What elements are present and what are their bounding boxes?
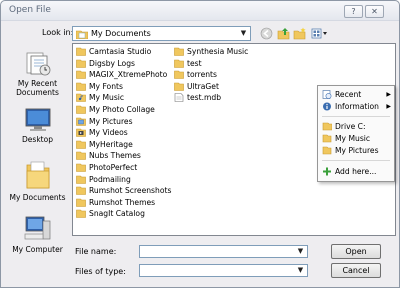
file-name: test: [187, 58, 202, 68]
file-name-label: File name:: [75, 247, 117, 256]
title-bar: Open File ? ✕: [1, 1, 399, 21]
menu-item-add-here[interactable]: Add here...: [320, 166, 392, 177]
folder-icon: [174, 47, 184, 56]
place-my-recent-documents[interactable]: My Recent Documents: [8, 51, 67, 97]
menu-separator: [322, 116, 390, 117]
file-name: torrents: [187, 70, 217, 80]
look-in-value: My Documents: [91, 29, 151, 38]
submenu-arrow-icon: ▶: [386, 103, 391, 110]
files-of-type-dropdown[interactable]: ▼: [139, 264, 308, 277]
pictures-folder-icon: [76, 117, 86, 126]
file-name: Rumshot Screenshots: [89, 186, 172, 196]
file-name: Nubs Themes: [89, 151, 141, 161]
file-name: Digsby Logs: [89, 58, 135, 68]
folder-icon: [322, 134, 332, 143]
folder-icon: [76, 163, 86, 172]
menu-item-information[interactable]: Information ▶: [320, 101, 392, 112]
views-menu-icon[interactable]: [311, 27, 328, 40]
videos-folder-icon: [76, 128, 86, 137]
new-folder-icon[interactable]: [293, 27, 306, 40]
file-name: My Pictures: [89, 116, 133, 126]
file-name: test.mdb: [187, 93, 222, 103]
place-desktop[interactable]: Desktop: [8, 107, 67, 144]
open-button[interactable]: Open: [331, 244, 381, 259]
chevron-down-icon[interactable]: ▼: [295, 246, 306, 257]
menu-item-my-pictures[interactable]: My Pictures: [320, 145, 392, 156]
look-in-dropdown[interactable]: My Documents ▼: [72, 26, 251, 41]
info-icon: [323, 102, 331, 111]
menu-item-drive-c[interactable]: Drive C:: [320, 121, 392, 132]
file-name: SnagIt Catalog: [89, 209, 145, 219]
file-name: My Photo Collage: [89, 105, 155, 114]
folder-icon: [76, 59, 86, 68]
drive-icon: [322, 122, 332, 131]
places-bar: My Recent Documents Desktop My Documents: [8, 47, 67, 268]
folder-icon: [76, 140, 86, 149]
folder-icon: [174, 70, 184, 79]
file-name: UltraGet: [187, 81, 219, 91]
file-name: Rumshot Themes: [89, 197, 156, 207]
files-of-type-label: Files of type:: [75, 267, 126, 276]
close-button[interactable]: ✕: [365, 5, 384, 18]
folder-icon: [76, 105, 86, 114]
my-documents-icon: [26, 161, 49, 189]
look-in-label: Look in:: [42, 28, 74, 37]
place-label: Desktop: [22, 135, 53, 144]
menu-item-recent[interactable]: Recent ▶: [320, 89, 392, 100]
file-name: Camtasia Studio: [89, 47, 152, 56]
folder-icon: [76, 175, 86, 184]
folder-icon: [76, 198, 86, 207]
menu-separator: [322, 160, 390, 161]
chevron-down-icon[interactable]: ▼: [238, 28, 249, 39]
menu-item-label: My Music: [335, 134, 371, 143]
menu-item-label: Add here...: [335, 167, 377, 176]
folder-icon: [76, 47, 86, 56]
file-name: PhotoPerfect: [89, 163, 138, 172]
folder-icon: [76, 82, 86, 91]
place-label: My Documents: [9, 193, 66, 202]
file-name: Podmailing: [89, 174, 131, 184]
back-icon[interactable]: [260, 27, 273, 40]
menu-item-label: Recent: [335, 90, 362, 99]
menu-item-label: Drive C:: [335, 122, 366, 131]
file-icon: [174, 93, 184, 103]
place-my-documents[interactable]: My Documents: [8, 159, 67, 202]
menu-item-label: Information: [335, 102, 379, 111]
up-folder-icon[interactable]: [277, 27, 290, 40]
file-name: My Music: [89, 93, 125, 103]
dialog-title: Open File: [9, 5, 51, 15]
place-my-computer[interactable]: My Computer: [8, 215, 67, 254]
file-name: My Videos: [89, 128, 128, 138]
folder-icon: [76, 186, 86, 195]
open-file-dialog: Open File ? ✕ Look in: My Documents ▼ My…: [0, 0, 400, 288]
chevron-down-icon[interactable]: ▼: [295, 265, 306, 276]
desktop-icon: [25, 108, 50, 131]
folder-icon: [76, 152, 86, 161]
place-label: My Computer: [12, 245, 63, 254]
menu-item-label: My Pictures: [335, 146, 379, 155]
cancel-button[interactable]: Cancel: [331, 263, 381, 278]
folder-icon: [174, 59, 184, 68]
submenu-arrow-icon: ▶: [386, 91, 391, 98]
folder-icon: [174, 82, 184, 91]
folder-icon: [76, 210, 86, 219]
place-label: My Recent Documents: [16, 79, 59, 97]
file-name: MAGIX_XtremePhoto: [89, 70, 168, 80]
file-name: MyHeritage: [89, 139, 133, 149]
recent-documents-icon: [26, 52, 50, 76]
file-name: Synthesia Music: [187, 47, 249, 56]
add-icon: [323, 167, 331, 176]
my-computer-icon: [24, 216, 50, 240]
file-name: My Fonts: [89, 81, 123, 91]
my-documents-icon: [76, 30, 88, 39]
folder-icon: [322, 146, 332, 155]
menu-item-my-music[interactable]: My Music: [320, 133, 392, 144]
music-folder-icon: [76, 94, 86, 103]
help-button[interactable]: ?: [344, 5, 363, 18]
places-context-menu: Recent ▶ Information ▶ Drive C: My Music: [317, 85, 395, 182]
recent-icon: [322, 90, 332, 99]
folder-icon: [76, 70, 86, 79]
file-name-input[interactable]: ▼: [139, 245, 308, 258]
